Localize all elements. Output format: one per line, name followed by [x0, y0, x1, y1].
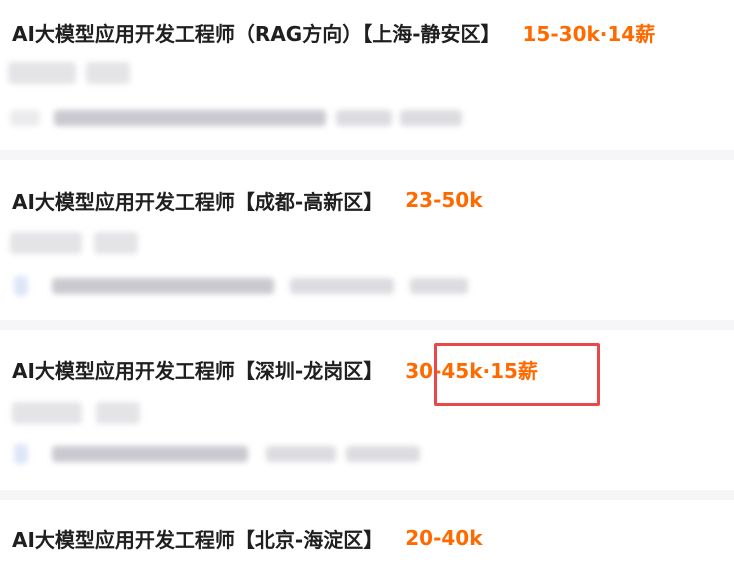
company-info-blurred: [266, 446, 336, 462]
company-logo-blurred: [14, 276, 28, 296]
company-info-blurred: [290, 278, 394, 294]
company-logo-blurred: [14, 444, 28, 464]
card-divider: [0, 490, 734, 500]
company-info-blurred: [336, 110, 392, 126]
company-info-blurred: [410, 278, 468, 294]
card-divider: [0, 320, 734, 330]
job-title[interactable]: AI大模型应用开发工程师（RAG方向）【上海-静安区】: [12, 18, 501, 47]
job-tag-blurred: [8, 62, 76, 84]
job-tag-blurred: [94, 232, 138, 254]
job-salary: 23-50k: [405, 188, 483, 212]
job-title-row: AI大模型应用开发工程师【北京-海淀区】 20-40k: [12, 523, 483, 553]
job-title-row: AI大模型应用开发工程师（RAG方向）【上海-静安区】 15-30k·14薪: [12, 17, 655, 47]
job-title[interactable]: AI大模型应用开发工程师【北京-海淀区】: [12, 524, 383, 553]
company-info-blurred: [346, 446, 420, 462]
salary-highlight-box: [434, 343, 600, 406]
card-divider: [0, 150, 734, 160]
job-tag-blurred: [96, 402, 140, 424]
job-tag-blurred: [10, 232, 82, 254]
job-card[interactable]: AI大模型应用开发工程师（RAG方向）【上海-静安区】 15-30k·14薪: [0, 0, 734, 150]
company-name-blurred: [54, 110, 326, 126]
job-title[interactable]: AI大模型应用开发工程师【成都-高新区】: [12, 186, 383, 215]
job-tag-blurred: [12, 402, 82, 424]
company-name-blurred: [52, 278, 274, 294]
job-card[interactable]: AI大模型应用开发工程师【深圳-龙岗区】 30-45k·15薪: [0, 330, 734, 490]
job-salary: 15-30k·14薪: [522, 21, 656, 46]
job-salary: 20-40k: [405, 526, 483, 550]
company-logo-blurred: [10, 110, 40, 126]
job-title-row: AI大模型应用开发工程师【成都-高新区】 23-50k: [12, 185, 483, 215]
company-info-blurred: [400, 110, 462, 126]
job-tag-blurred: [86, 62, 130, 84]
job-card[interactable]: AI大模型应用开发工程师【成都-高新区】 23-50k: [0, 160, 734, 320]
job-title[interactable]: AI大模型应用开发工程师【深圳-龙岗区】: [12, 355, 383, 384]
company-name-blurred: [52, 446, 248, 462]
job-card[interactable]: AI大模型应用开发工程师【北京-海淀区】 20-40k: [0, 500, 734, 565]
